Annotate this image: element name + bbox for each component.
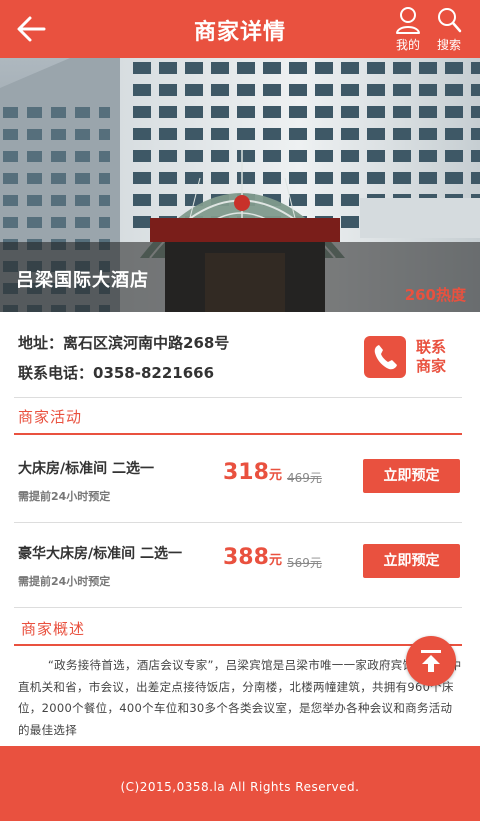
deal-name: 豪华大床房/标准间 二选一	[18, 546, 182, 562]
merchant-name: 吕梁国际大酒店	[16, 270, 149, 291]
deal-note: 需提前24小时预定	[18, 490, 111, 503]
search-button[interactable]: 搜索	[431, 6, 467, 53]
original-price: 469元	[287, 471, 322, 485]
price-value: 318	[223, 460, 269, 485]
hero-caption: 吕梁国际大酒店 260热度	[0, 242, 480, 312]
deal-note: 需提前24小时预定	[18, 575, 111, 588]
top-bar: 商家详情 我的 搜索	[0, 0, 480, 58]
address-text: 地址：离石区滨河南中路268号	[18, 334, 230, 352]
price-value: 388	[223, 545, 269, 570]
arrow-up-icon	[421, 650, 441, 672]
phone-text: 联系电话：0358-8221666	[18, 364, 215, 382]
heat-count: 260热度	[404, 286, 466, 304]
divider	[14, 607, 462, 608]
contact-merchant-button[interactable]: 联系商家	[364, 336, 464, 380]
copyright-text: (C)2015,0358.la All Rights Reserved.	[120, 780, 360, 794]
deal-price: 388元	[223, 545, 282, 570]
overview-text: “政务接待首选，酒店会议专家”，吕梁宾馆是吕梁市唯一一家政府宾馆，也是中直机关和…	[18, 658, 462, 737]
divider	[14, 397, 462, 398]
merchant-info: 地址：离石区滨河南中路268号 联系电话：0358-8221666 联系商家	[0, 318, 480, 398]
search-label: 搜索	[436, 38, 461, 52]
deal-price: 318元	[223, 460, 282, 485]
hotel-photo[interactable]: 吕梁国际大酒店 260热度	[0, 58, 480, 312]
deal-name: 大床房/标准间 二选一	[18, 461, 154, 477]
back-to-top-button[interactable]	[406, 636, 456, 686]
deal-item: 大床房/标准间 二选一 需提前24小时预定 318元 469元 立即预定	[0, 438, 480, 522]
mine-button[interactable]: 我的	[390, 6, 426, 53]
contact-label: 联系商家	[416, 338, 447, 375]
search-icon	[438, 8, 462, 33]
activities-title: 商家活动	[18, 408, 83, 426]
phone-icon	[364, 336, 406, 378]
price-unit: 元	[268, 553, 282, 568]
mine-label: 我的	[395, 38, 420, 52]
book-now-button[interactable]: 立即预定	[363, 544, 460, 578]
overview-title: 商家概述	[21, 620, 86, 638]
price-unit: 元	[268, 468, 282, 483]
book-now-button[interactable]: 立即预定	[363, 459, 460, 493]
section-underline	[14, 644, 462, 646]
deal-item: 豪华大床房/标准间 二选一 需提前24小时预定 388元 569元 立即预定	[0, 523, 480, 607]
original-price: 569元	[287, 556, 322, 570]
section-underline	[14, 433, 462, 435]
user-icon	[396, 7, 420, 34]
footer: (C)2015,0358.la All Rights Reserved.	[0, 746, 480, 821]
